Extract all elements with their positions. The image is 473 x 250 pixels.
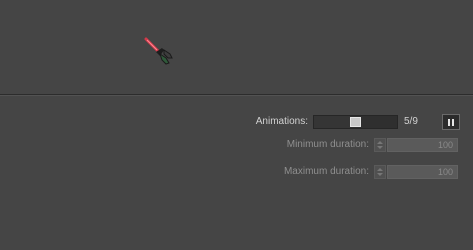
- pause-icon-bar: [452, 118, 454, 126]
- max-duration-stepper[interactable]: [374, 165, 386, 179]
- max-duration-label: Maximum duration:: [283, 166, 369, 177]
- min-duration-stepper[interactable]: [374, 138, 386, 152]
- animations-slider-thumb[interactable]: [350, 117, 361, 127]
- pause-icon: [448, 118, 450, 126]
- animation-preview-area: [0, 0, 473, 94]
- stepper-down-icon[interactable]: [377, 146, 383, 149]
- min-duration-label: Minimum duration:: [286, 139, 369, 150]
- section-divider: [0, 94, 473, 96]
- animations-slider[interactable]: [313, 115, 398, 129]
- stepper-down-icon[interactable]: [377, 173, 383, 176]
- pause-button[interactable]: [442, 114, 460, 130]
- stepper-up-icon[interactable]: [377, 168, 383, 171]
- sword-sprite-icon: [144, 37, 173, 65]
- stepper-up-icon[interactable]: [377, 141, 383, 144]
- animations-slider-fill: [314, 116, 350, 128]
- animations-label: Animations:: [255, 116, 308, 127]
- min-duration-input[interactable]: 100: [387, 138, 458, 152]
- max-duration-input[interactable]: 100: [387, 165, 458, 179]
- animations-counter: 5/9: [404, 116, 418, 127]
